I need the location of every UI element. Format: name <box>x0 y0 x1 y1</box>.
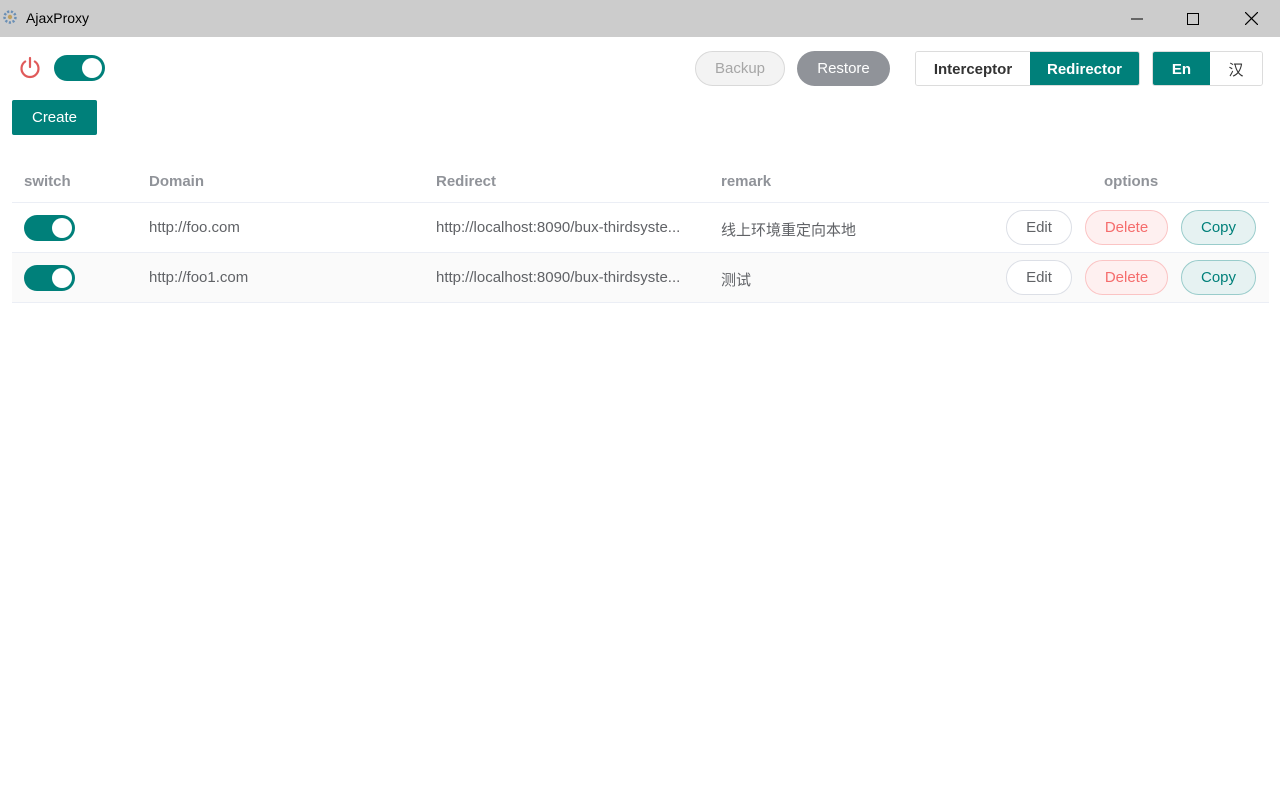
delete-button[interactable]: Delete <box>1085 210 1168 245</box>
switch-knob <box>52 218 72 238</box>
title-bar: AjaxProxy <box>0 0 1280 37</box>
table-row: http://foo.com http://localhost:8090/bux… <box>12 203 1269 253</box>
backup-button[interactable]: Backup <box>695 51 785 86</box>
cell-remark: 测试 <box>721 272 752 289</box>
delete-button[interactable]: Delete <box>1085 260 1168 295</box>
cell-domain: http://foo.com <box>149 219 240 236</box>
minimize-button[interactable] <box>1108 0 1166 37</box>
maximize-button[interactable] <box>1164 0 1222 37</box>
window-title: AjaxProxy <box>26 10 90 26</box>
cell-domain: http://foo1.com <box>149 269 249 286</box>
column-header-domain: Domain <box>149 173 205 190</box>
tab-lang-en[interactable]: En <box>1153 52 1210 85</box>
copy-button[interactable]: Copy <box>1181 210 1256 245</box>
edit-button[interactable]: Edit <box>1006 210 1072 245</box>
language-selector: En 汉 <box>1152 51 1263 86</box>
table-row: http://foo1.com http://localhost:8090/bu… <box>12 253 1269 303</box>
tab-interceptor[interactable]: Interceptor <box>916 52 1030 85</box>
copy-button[interactable]: Copy <box>1181 260 1256 295</box>
edit-button[interactable]: Edit <box>1006 260 1072 295</box>
column-header-remark: remark <box>721 173 772 190</box>
column-header-redirect: Redirect <box>436 173 497 190</box>
column-header-switch: switch <box>24 173 71 190</box>
table-header: switch Domain Redirect remark options <box>12 160 1269 203</box>
mode-selector: Interceptor Redirector <box>915 51 1140 86</box>
rules-table: switch Domain Redirect remark options ht… <box>12 160 1269 303</box>
row-switch[interactable] <box>24 215 75 241</box>
close-button[interactable] <box>1222 0 1280 37</box>
switch-knob <box>52 268 72 288</box>
close-icon <box>1244 12 1258 25</box>
cell-redirect: http://localhost:8090/bux-thirdsyste... <box>436 269 681 286</box>
cell-remark: 线上环境重定向本地 <box>721 222 857 239</box>
gear-icon <box>3 10 17 24</box>
row-switch[interactable] <box>24 265 75 291</box>
restore-button[interactable]: Restore <box>797 51 890 86</box>
tab-lang-zh[interactable]: 汉 <box>1210 52 1262 85</box>
switch-knob <box>82 58 102 78</box>
minimize-icon <box>1131 18 1143 19</box>
power-icon[interactable] <box>18 56 42 80</box>
tab-redirector[interactable]: Redirector <box>1030 52 1139 85</box>
master-switch[interactable] <box>54 55 105 81</box>
cell-redirect: http://localhost:8090/bux-thirdsyste... <box>436 219 681 236</box>
column-header-options: options <box>1104 173 1159 190</box>
maximize-icon <box>1187 12 1199 25</box>
create-button[interactable]: Create <box>12 100 97 135</box>
